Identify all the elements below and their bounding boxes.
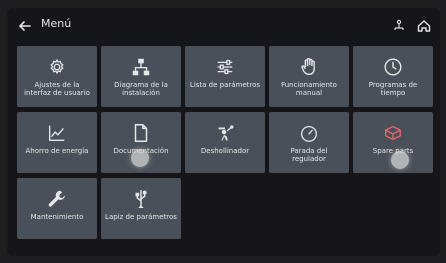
- home-icon[interactable]: [416, 18, 432, 34]
- tile-documentacion[interactable]: Documentación: [101, 112, 181, 173]
- tile-lista-parametros[interactable]: Lista de parámetros: [185, 46, 265, 107]
- tile-label: Lista de parámetros: [189, 81, 261, 89]
- gear-icon: [50, 58, 64, 75]
- menu-grid: Ajustes de la interfaz de usuario Diagra…: [17, 46, 433, 239]
- chart-line-icon: [48, 125, 65, 142]
- tile-lapiz-parametros[interactable]: Lapiz de parámetros: [101, 178, 181, 239]
- tile-deshollinador[interactable]: Deshollinador: [185, 112, 265, 173]
- tile-label: Diagrama de la instalación: [114, 81, 168, 97]
- tile-label: Funcionamiento manual: [281, 81, 337, 97]
- device-screen: Menú Ajustes de la interfaz de usuario D…: [7, 8, 440, 256]
- hand-icon: [301, 57, 315, 76]
- parts-icon: [385, 125, 401, 141]
- tile-label: Ajustes de la interfaz de usuario: [24, 81, 90, 97]
- tile-label: Deshollinador: [200, 147, 250, 155]
- top-bar: Menú: [7, 8, 440, 44]
- diagram-icon: [132, 58, 150, 76]
- tile-label: Mantenimiento: [30, 213, 84, 221]
- tile-mantenimiento[interactable]: Mantenimiento: [17, 178, 97, 239]
- network-icon: [394, 19, 404, 30]
- tile-funcionamiento-manual[interactable]: Funcionamiento manual: [269, 46, 349, 107]
- gauge-icon: [301, 125, 317, 142]
- tile-ahorro-energia[interactable]: Ahorro de energía: [17, 112, 97, 173]
- tile-spare-parts[interactable]: Spare parts: [353, 112, 433, 173]
- page-title: Menú: [41, 17, 72, 30]
- clock-icon: [384, 58, 402, 76]
- usb-icon: [135, 190, 147, 208]
- tile-label: Lapiz de parámetros: [105, 213, 177, 221]
- tile-diagrama[interactable]: Diagrama de la instalación: [101, 46, 181, 107]
- tile-ajustes[interactable]: Ajustes de la interfaz de usuario: [17, 46, 97, 107]
- tile-label: Parada del regulador: [290, 147, 328, 163]
- tile-label: Programas de tiempo: [368, 81, 418, 97]
- sliders-icon: [217, 59, 233, 75]
- chimney-sweep-icon: [218, 125, 234, 141]
- touch-indicator: [131, 149, 149, 167]
- tile-label: Ahorro de energía: [25, 147, 89, 155]
- arrow-left-icon[interactable]: [15, 16, 35, 36]
- wrench-icon: [48, 190, 65, 207]
- tile-programas-tiempo[interactable]: Programas de tiempo: [353, 46, 433, 107]
- touch-indicator: [391, 151, 409, 169]
- document-icon: [134, 124, 148, 142]
- tile-parada-regulador[interactable]: Parada del regulador: [269, 112, 349, 173]
